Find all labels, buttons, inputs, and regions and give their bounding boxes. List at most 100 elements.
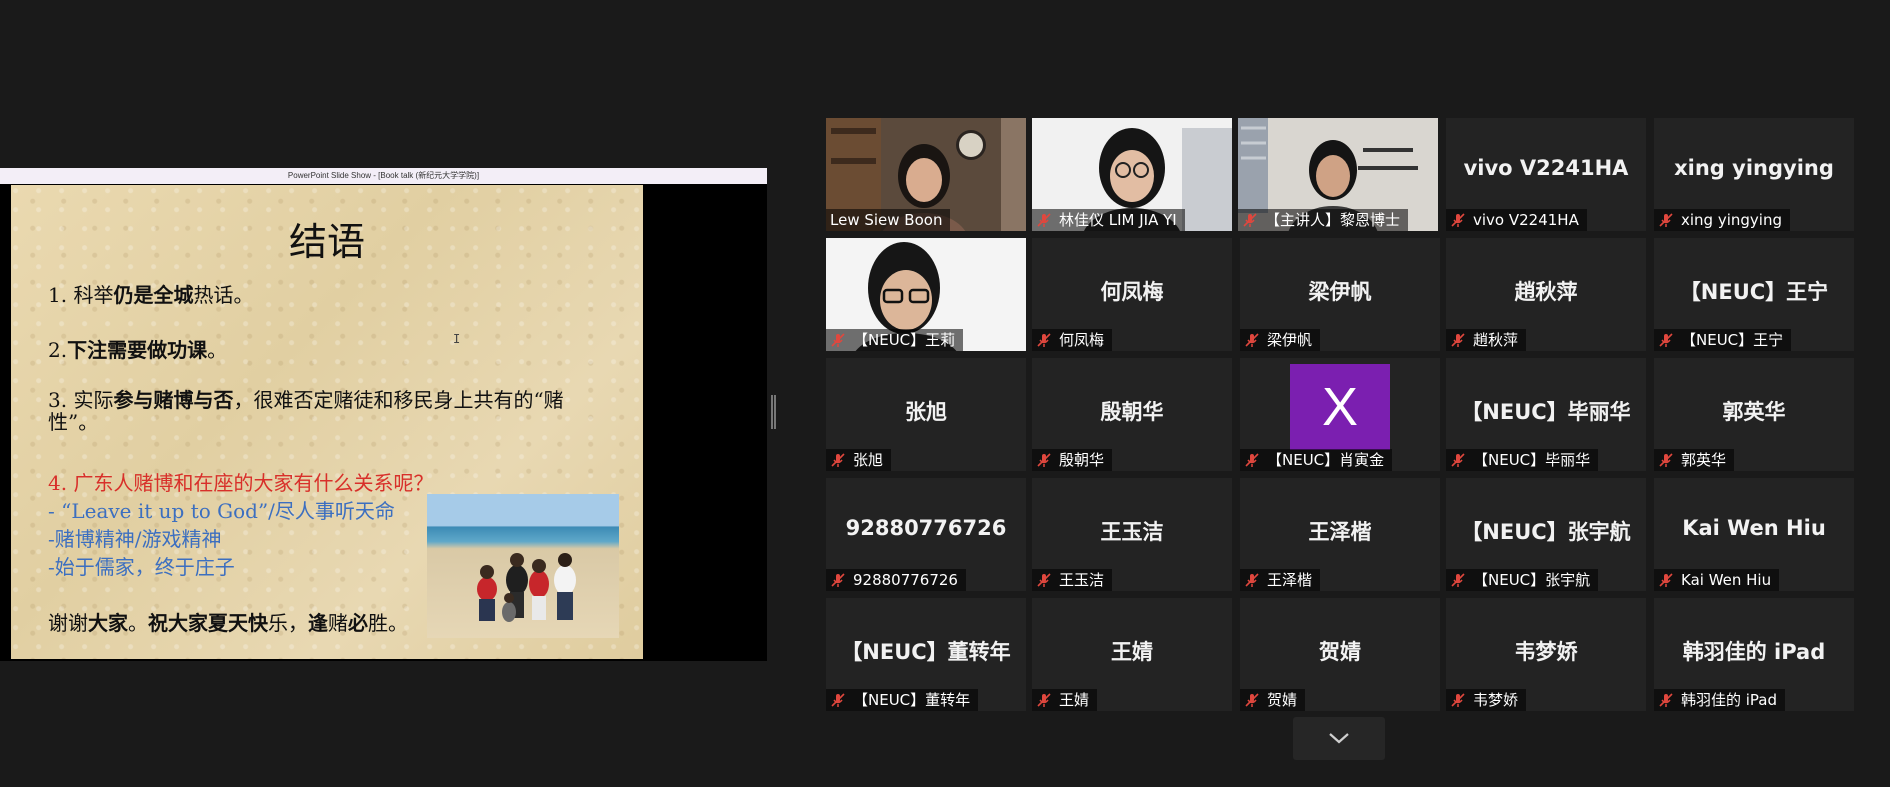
participant-tile[interactable]: Lew Siew Boon — [826, 118, 1026, 231]
participant-display-name: 殷朝华 — [1100, 400, 1164, 424]
slide-point-3: 3. 实际参与赌博与否，很难否定赌徒和移民身上共有的“赌性”。 — [48, 388, 564, 434]
participant-tile[interactable]: 【NEUC】王莉 — [826, 238, 1026, 351]
participant-name-label: 韦梦娇 — [1446, 689, 1527, 711]
participant-tile[interactable]: X 【NEUC】肖寅金 — [1240, 358, 1440, 471]
participant-name-label: 【主讲人】黎恩博士 — [1238, 209, 1409, 231]
mic-muted-icon — [1037, 453, 1051, 467]
participant-name-label: 92880776726 — [826, 569, 966, 591]
next-page-button[interactable] — [1293, 717, 1385, 760]
participant-tile[interactable]: 王玉洁 王玉洁 — [1032, 478, 1232, 591]
mic-muted-icon — [831, 573, 845, 587]
mic-muted-icon — [1451, 573, 1465, 587]
mic-muted-icon — [1659, 693, 1673, 707]
chevron-down-icon — [1329, 733, 1349, 744]
participant-name-label: 殷朝华 — [1032, 449, 1113, 471]
mic-muted-icon — [831, 693, 845, 707]
participant-tile[interactable]: Kai Wen Hiu Kai Wen Hiu — [1654, 478, 1854, 591]
participant-name-label: 【NEUC】张宇航 — [1446, 569, 1599, 591]
mic-muted-icon — [1037, 693, 1051, 707]
beach-group-photo — [477, 553, 576, 622]
participant-tile[interactable]: 梁伊帆 梁伊帆 — [1240, 238, 1440, 351]
slide-point-2: 2.下注需要做功课。 — [48, 338, 228, 362]
participant-display-name: vivo V2241HA — [1463, 156, 1629, 180]
mic-muted-icon — [831, 333, 845, 347]
avatar: X — [1290, 364, 1390, 450]
participant-name-label: 【NEUC】肖寅金 — [1240, 449, 1393, 471]
mic-muted-icon — [1037, 573, 1051, 587]
participant-tile-active-speaker[interactable]: 【主讲人】黎恩博士 — [1238, 118, 1438, 231]
participant-display-name: 韦梦娇 — [1514, 640, 1578, 664]
mic-muted-icon — [1451, 693, 1465, 707]
participant-display-name: 王婧 — [1111, 640, 1153, 664]
participant-display-name: 趙秋萍 — [1514, 280, 1578, 304]
slide-point-4: 4. 广东人赌博和在座的大家有什么关系呢？ — [48, 471, 434, 495]
participant-tile[interactable]: 韩羽佳的 iPad 韩羽佳的 iPad — [1654, 598, 1854, 711]
participant-name-label: xing yingying — [1654, 209, 1790, 231]
slide-closing: 谢谢大家。祝大家夏天快乐，逢赌必胜。 — [48, 611, 408, 635]
slide-subpoint-2: -赌博精神/游戏精神 — [48, 527, 222, 551]
slide-photo — [427, 494, 619, 638]
participant-display-name: 郭英华 — [1722, 400, 1786, 424]
participant-tile[interactable]: 郭英华 郭英华 — [1654, 358, 1854, 471]
shared-screen: PowerPoint Slide Show - [Book talk (新纪元大… — [0, 168, 767, 661]
participant-name-label: 【NEUC】王宁 — [1654, 329, 1792, 351]
participant-name-label: 王玉洁 — [1032, 569, 1113, 591]
participant-display-name: Kai Wen Hiu — [1682, 516, 1826, 540]
participant-name-label: 【NEUC】毕丽华 — [1446, 449, 1599, 471]
mic-muted-icon — [1659, 573, 1673, 587]
mic-muted-icon — [1245, 333, 1259, 347]
mic-muted-icon — [1037, 333, 1051, 347]
participant-name-label: Kai Wen Hiu — [1654, 569, 1780, 591]
text-cursor-icon: I — [453, 332, 461, 346]
slide-subpoint-1: - “Leave it up to God”/尽人事听天命 — [48, 499, 395, 523]
mic-muted-icon — [1659, 333, 1673, 347]
participant-name-label: 林佳仪 LIM JIA YI — [1032, 209, 1185, 231]
participant-name-label: vivo V2241HA — [1446, 209, 1587, 231]
mic-muted-icon — [1245, 453, 1259, 467]
participant-tile[interactable]: vivo V2241HA vivo V2241HA — [1446, 118, 1646, 231]
mic-muted-icon — [1037, 213, 1051, 227]
participant-display-name: 张旭 — [905, 400, 947, 424]
participant-tile[interactable]: 林佳仪 LIM JIA YI — [1032, 118, 1232, 231]
participant-name-label: 王泽楷 — [1240, 569, 1321, 591]
participant-name-label: 王婧 — [1032, 689, 1098, 711]
participant-display-name: 贺婧 — [1319, 640, 1361, 664]
participant-tile[interactable]: 何凤梅 何凤梅 — [1032, 238, 1232, 351]
slide-point-1: 1. 科举仍是全城热话。 — [48, 283, 254, 307]
participant-tile[interactable]: xing yingying xing yingying — [1654, 118, 1854, 231]
participant-tile[interactable]: 王泽楷 王泽楷 — [1240, 478, 1440, 591]
participant-display-name: 梁伊帆 — [1308, 280, 1372, 304]
participant-tile[interactable]: 【NEUC】毕丽华 【NEUC】毕丽华 — [1446, 358, 1646, 471]
participant-tile[interactable]: 张旭 张旭 — [826, 358, 1026, 471]
participant-name-label: 梁伊帆 — [1240, 329, 1321, 351]
mic-muted-icon — [1245, 573, 1259, 587]
participant-tile[interactable]: 殷朝华 殷朝华 — [1032, 358, 1232, 471]
participant-tile[interactable]: 【NEUC】王宁 【NEUC】王宁 — [1654, 238, 1854, 351]
participant-tile[interactable]: 【NEUC】董转年 【NEUC】董转年 — [826, 598, 1026, 711]
presentation-slide: 结语 1. 科举仍是全城热话。 2.下注需要做功课。 3. 实际参与赌博与否，很… — [11, 185, 643, 659]
participant-tile[interactable]: 韦梦娇 韦梦娇 — [1446, 598, 1646, 711]
mic-muted-icon — [1659, 213, 1673, 227]
participant-display-name: 韩羽佳的 iPad — [1682, 640, 1826, 664]
participant-tile[interactable]: 【NEUC】张宇航 【NEUC】张宇航 — [1446, 478, 1646, 591]
participant-display-name: 【NEUC】董转年 — [841, 640, 1011, 664]
participant-name-label: 韩羽佳的 iPad — [1654, 689, 1786, 711]
participant-tile[interactable]: 王婧 王婧 — [1032, 598, 1232, 711]
split-view-resize-handle[interactable] — [771, 395, 776, 429]
participant-tile[interactable]: 92880776726 92880776726 — [826, 478, 1026, 591]
mic-muted-icon — [1451, 213, 1465, 227]
participant-display-name: 92880776726 — [845, 516, 1007, 540]
participant-name-label: 趙秋萍 — [1446, 329, 1527, 351]
participant-tile[interactable]: 贺婧 贺婧 — [1240, 598, 1440, 711]
participant-display-name: 【NEUC】王宁 — [1679, 280, 1829, 304]
slide-title: 结语 — [288, 220, 365, 264]
participant-tile[interactable]: 趙秋萍 趙秋萍 — [1446, 238, 1646, 351]
participant-display-name: 王玉洁 — [1100, 520, 1164, 544]
mic-muted-icon — [1659, 453, 1673, 467]
mic-muted-icon — [831, 453, 845, 467]
mic-muted-icon — [1451, 333, 1465, 347]
participant-display-name: 【NEUC】毕丽华 — [1461, 400, 1631, 424]
mic-muted-icon — [1245, 693, 1259, 707]
participant-name-label: 贺婧 — [1240, 689, 1306, 711]
participant-name-label: 【NEUC】王莉 — [826, 329, 964, 351]
